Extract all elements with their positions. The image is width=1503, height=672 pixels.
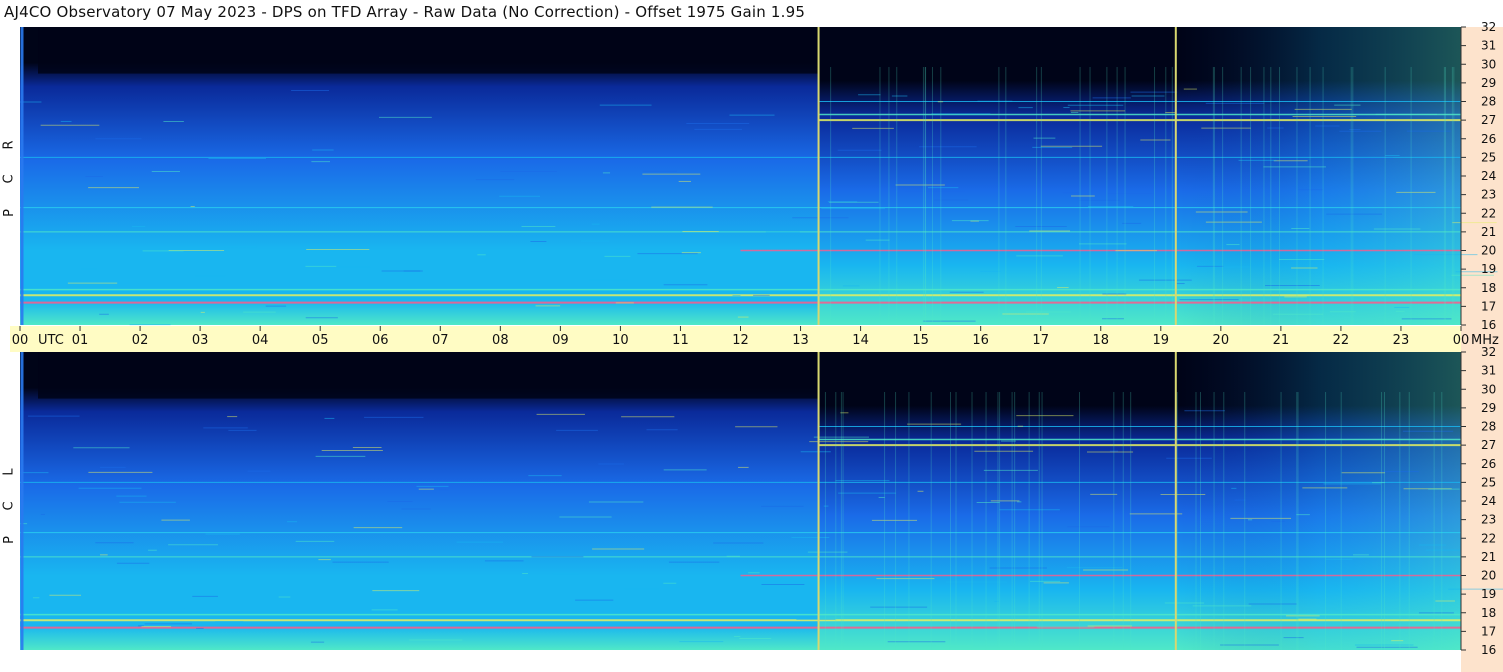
time-axis-unit-label: UTC — [38, 333, 64, 348]
time-tick-label: 15 — [912, 333, 929, 348]
spectrogram-chart: 16 17 18 19 20 21 22 23 24 25 26 27 28 29 30 31 32 16 17 18… — [12, 20, 1503, 657]
lcp-freq-tick-label: 26 — [1481, 457, 1496, 471]
lcp-freq-tick-label: 30 — [1481, 382, 1496, 396]
time-tick-label: 04 — [252, 333, 269, 348]
time-tick-label: 13 — [792, 333, 809, 348]
time-tick-label: 22 — [1333, 333, 1350, 348]
lcp-freq-tick-label: 17 — [1481, 624, 1496, 638]
time-tick-label: 10 — [612, 333, 629, 348]
time-tick-label: 02 — [132, 333, 149, 348]
rcp-freq-tick-label: 27 — [1481, 113, 1496, 127]
rcp-freq-tick-label: 21 — [1481, 225, 1496, 239]
rcp-freq-tick-label: 29 — [1481, 76, 1496, 90]
rcp-freq-tick-label: 26 — [1481, 132, 1496, 146]
lcp-freq-tick-label: 28 — [1481, 420, 1496, 434]
time-tick-label: 14 — [852, 333, 869, 348]
rcp-freq-tick-label: 22 — [1481, 206, 1496, 220]
time-tick-label: 05 — [312, 333, 329, 348]
time-tick-label: 18 — [1092, 333, 1109, 348]
freq-axis-unit-label: MHz — [1471, 333, 1499, 348]
lcp-freq-tick-label: 19 — [1481, 587, 1496, 601]
time-tick-label: 21 — [1273, 333, 1290, 348]
time-tick-label: 20 — [1213, 333, 1230, 348]
lcp-freq-tick-label: 23 — [1481, 513, 1496, 527]
rcp-upper-dark — [38, 27, 819, 74]
rcp-freq-tick-label: 24 — [1481, 169, 1496, 183]
time-tick-label: 00 — [1453, 333, 1470, 348]
lcp-freq-tick-label: 18 — [1481, 606, 1496, 620]
rcp-freq-tick-label: 20 — [1481, 244, 1496, 258]
lcp-freq-tick-label: 22 — [1481, 531, 1496, 545]
time-tick-label: 23 — [1393, 333, 1410, 348]
time-tick-label: 19 — [1153, 333, 1170, 348]
time-tick-label: 07 — [432, 333, 449, 348]
lcp-freq-tick-label: 25 — [1481, 475, 1496, 489]
time-tick-label: 03 — [192, 333, 209, 348]
time-tick-label: 00 — [12, 333, 29, 348]
rcp-freq-tick-label: 32 — [1481, 20, 1496, 34]
time-tick-label: 08 — [492, 333, 509, 348]
rcp-freq-tick-label: 18 — [1481, 281, 1496, 295]
lcp-freq-tick-label: 21 — [1481, 550, 1496, 564]
lcp-freq-tick-label: 24 — [1481, 494, 1496, 508]
rcp-freq-tick-label: 19 — [1481, 262, 1496, 276]
rcp-late-glow — [1178, 27, 1461, 325]
lcp-freq-tick-label: 27 — [1481, 438, 1496, 452]
lcp-late-glow — [1178, 352, 1461, 650]
time-tick-label: 16 — [972, 333, 989, 348]
lcp-freq-tick-label: 20 — [1481, 569, 1496, 583]
rcp-freq-tick-label: 31 — [1481, 39, 1496, 53]
time-tick-label: 01 — [72, 333, 89, 348]
lcp-freq-tick-label: 16 — [1481, 643, 1496, 657]
lcp-freq-tick-label: 31 — [1481, 364, 1496, 378]
lcp-upper-dark — [38, 352, 819, 399]
time-tick-label: 17 — [1032, 333, 1049, 348]
time-tick-label: 12 — [732, 333, 749, 348]
rcp-freq-tick-label: 28 — [1481, 95, 1496, 109]
lcp-freq-tick-label: 29 — [1481, 401, 1496, 415]
rcp-freq-tick-label: 23 — [1481, 188, 1496, 202]
rcp-freq-tick-label: 30 — [1481, 57, 1496, 71]
rcp-freq-tick-label: 25 — [1481, 150, 1496, 164]
time-tick-label: 06 — [372, 333, 389, 348]
rcp-freq-tick-label: 16 — [1481, 318, 1496, 332]
rcp-freq-tick-label: 17 — [1481, 299, 1496, 313]
time-tick-label: 11 — [672, 333, 689, 348]
time-tick-label: 09 — [552, 333, 569, 348]
